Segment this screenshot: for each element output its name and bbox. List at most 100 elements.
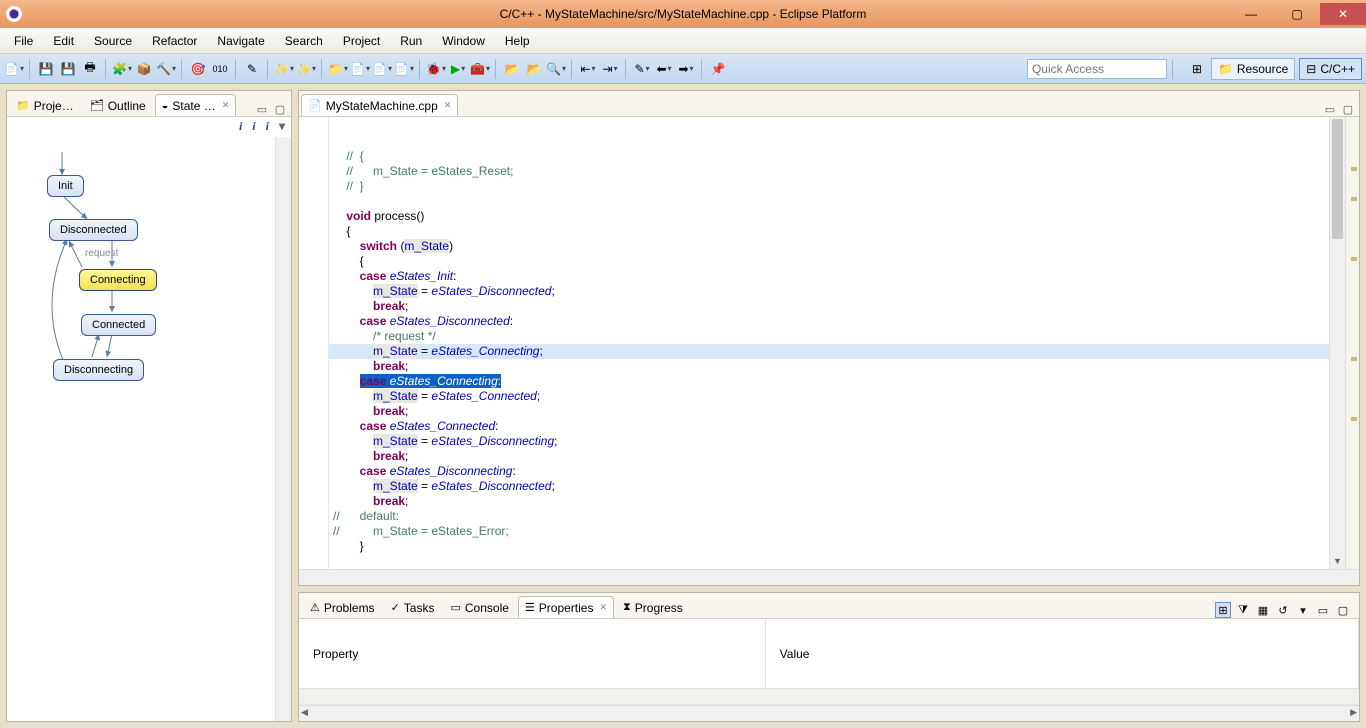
menu-run[interactable]: Run — [390, 30, 432, 52]
menu-edit[interactable]: Edit — [43, 30, 84, 52]
build-all-icon[interactable]: 📦 — [134, 59, 154, 79]
gutter[interactable] — [299, 117, 329, 569]
back-icon[interactable]: ⬅ — [654, 59, 674, 79]
col-property[interactable]: Property — [299, 619, 765, 689]
tab-properties[interactable]: ☰ Properties ✕ — [518, 596, 614, 618]
menu-navigate[interactable]: Navigate — [207, 30, 274, 52]
overview-ruler[interactable] — [1345, 117, 1359, 569]
new-class-icon[interactable]: 📄 — [350, 59, 370, 79]
new-src-icon[interactable]: 📄 — [372, 59, 392, 79]
wand3-icon[interactable]: ✨ — [296, 59, 316, 79]
state-connecting[interactable]: Connecting — [79, 269, 157, 291]
wand2-icon[interactable]: ✨ — [274, 59, 294, 79]
pin-icon[interactable]: 📌 — [708, 59, 728, 79]
tab-outline[interactable]: 🗂 Outline — [83, 94, 153, 116]
editor-vscroll[interactable]: ▲ ▼ — [1329, 117, 1345, 569]
tab-outline-label: Outline — [108, 99, 146, 113]
search-icon[interactable]: 🔍 — [546, 59, 566, 79]
scroll-down-icon[interactable]: ▼ — [1330, 553, 1345, 569]
tab-state-machine[interactable]: ◒ State …✕ — [155, 94, 237, 116]
run-icon[interactable]: ▶ — [448, 59, 468, 79]
menu-search[interactable]: Search — [275, 30, 333, 52]
maximize-view-icon[interactable]: ▢ — [273, 102, 287, 116]
table-row[interactable] — [299, 689, 1359, 705]
quick-access-input[interactable] — [1027, 59, 1167, 79]
minimize-button[interactable]: — — [1228, 3, 1274, 25]
close-button[interactable]: ✕ — [1320, 3, 1366, 25]
print-icon[interactable]: 🖶 — [80, 59, 100, 79]
state-connected[interactable]: Connected — [81, 314, 156, 336]
defaults-icon[interactable]: ↺ — [1275, 602, 1291, 618]
build-icon[interactable]: 🧩 — [112, 59, 132, 79]
editor-pane: 📄 MyStateMachine.cpp ✕ ▭ ▢ // { // m_Sta… — [298, 90, 1360, 586]
close-icon[interactable]: ✕ — [444, 100, 452, 111]
fwd-icon[interactable]: ➡ — [676, 59, 696, 79]
editor-body[interactable]: // { // m_State = eStates_Reset; // } − … — [299, 117, 1359, 569]
col-value[interactable]: Value — [765, 619, 1358, 689]
open-type-icon[interactable]: 📂 — [502, 59, 522, 79]
filter-icon[interactable]: ⧩ — [1235, 602, 1251, 618]
tab-progress[interactable]: ⧗ Progress — [616, 596, 690, 618]
editor-hscroll[interactable] — [299, 569, 1359, 585]
perspective-resource[interactable]: 📁 Resource — [1211, 58, 1295, 80]
state-disconnecting[interactable]: Disconnecting — [53, 359, 144, 381]
binary-icon[interactable]: 010 — [210, 59, 230, 79]
new-icon[interactable]: 📄 — [4, 59, 24, 79]
prev-ann-icon[interactable]: ⇤ — [578, 59, 598, 79]
minimize-view-icon[interactable]: ▭ — [255, 102, 269, 116]
target-icon[interactable]: 🎯 — [188, 59, 208, 79]
info-icon[interactable]: i — [252, 119, 255, 135]
scroll-thumb[interactable] — [1332, 119, 1343, 239]
tab-progress-label: Progress — [635, 601, 683, 615]
info-icon[interactable]: i — [266, 119, 269, 135]
close-icon[interactable]: ✕ — [599, 602, 607, 613]
info-icon[interactable]: i — [239, 119, 242, 135]
tab-tasks[interactable]: ✓ Tasks — [384, 596, 442, 618]
next-ann-icon[interactable]: ⇥ — [600, 59, 620, 79]
menu-help[interactable]: Help — [495, 30, 540, 52]
categories-icon[interactable]: ⊞ — [1215, 602, 1231, 618]
debug-icon[interactable]: 🐞 — [426, 59, 446, 79]
save-icon[interactable]: 💾 — [36, 59, 56, 79]
left-tabbar: 📁 Proje… 🗂 Outline ◒ State …✕ ▭ ▢ — [7, 91, 291, 117]
view-menu-icon[interactable]: ▾ — [279, 119, 285, 135]
menu-window[interactable]: Window — [432, 30, 495, 52]
open-perspective-icon[interactable]: ⊞ — [1187, 59, 1207, 79]
minimize-view-icon[interactable]: ▭ — [1323, 102, 1337, 116]
tab-editor-file[interactable]: 📄 MyStateMachine.cpp ✕ — [301, 94, 458, 116]
show-adv-icon[interactable]: ▦ — [1255, 602, 1271, 618]
menu-refactor[interactable]: Refactor — [142, 30, 207, 52]
tab-problems[interactable]: ⚠ Problems — [303, 596, 382, 618]
title-bar: C/C++ - MyStateMachine/src/MyStateMachin… — [0, 0, 1366, 28]
main-toolbar: 📄 💾 💾 🖶 🧩 📦 🔨 🎯 010 ✎ ✨ ✨ 📁 📄 📄 📄 🐞 ▶ 🧰 … — [0, 54, 1366, 84]
maximize-view-icon[interactable]: ▢ — [1335, 602, 1351, 618]
state-init[interactable]: Init — [47, 175, 84, 197]
code-area[interactable]: // { // m_State = eStates_Reset; // } − … — [329, 117, 1329, 569]
tab-project-explorer[interactable]: 📁 Proje… — [9, 94, 81, 116]
menu-file[interactable]: File — [4, 30, 43, 52]
menu-source[interactable]: Source — [84, 30, 142, 52]
ext-tools-icon[interactable]: 🧰 — [470, 59, 490, 79]
scrollbar[interactable] — [275, 137, 291, 721]
new-proj-icon[interactable]: 📁 — [328, 59, 348, 79]
new-hdr-icon[interactable]: 📄 — [394, 59, 414, 79]
close-icon[interactable]: ✕ — [222, 100, 230, 111]
perspective-cpp[interactable]: ⊟ C/C++ — [1299, 58, 1362, 80]
hammer-icon[interactable]: 🔨 — [156, 59, 176, 79]
workbench: 📁 Proje… 🗂 Outline ◒ State …✕ ▭ ▢ i i i … — [0, 84, 1366, 728]
open-task-icon[interactable]: 📂 — [524, 59, 544, 79]
perspective-resource-label: Resource — [1237, 62, 1288, 76]
maximize-button[interactable]: ▢ — [1274, 3, 1320, 25]
view-menu-icon[interactable]: ▾ — [1295, 602, 1311, 618]
minimize-view-icon[interactable]: ▭ — [1315, 602, 1331, 618]
save-all-icon[interactable]: 💾 — [58, 59, 78, 79]
bottom-hscroll[interactable] — [299, 705, 1359, 721]
menu-project[interactable]: Project — [333, 30, 390, 52]
tab-console-label: Console — [465, 601, 509, 615]
state-diagram[interactable]: Init Disconnected request Connecting Con… — [7, 137, 291, 721]
last-edit-icon[interactable]: ✎ — [632, 59, 652, 79]
wand-icon[interactable]: ✎ — [242, 59, 262, 79]
state-disconnected[interactable]: Disconnected — [49, 219, 138, 241]
maximize-view-icon[interactable]: ▢ — [1341, 102, 1355, 116]
tab-console[interactable]: ▭ Console — [443, 596, 515, 618]
